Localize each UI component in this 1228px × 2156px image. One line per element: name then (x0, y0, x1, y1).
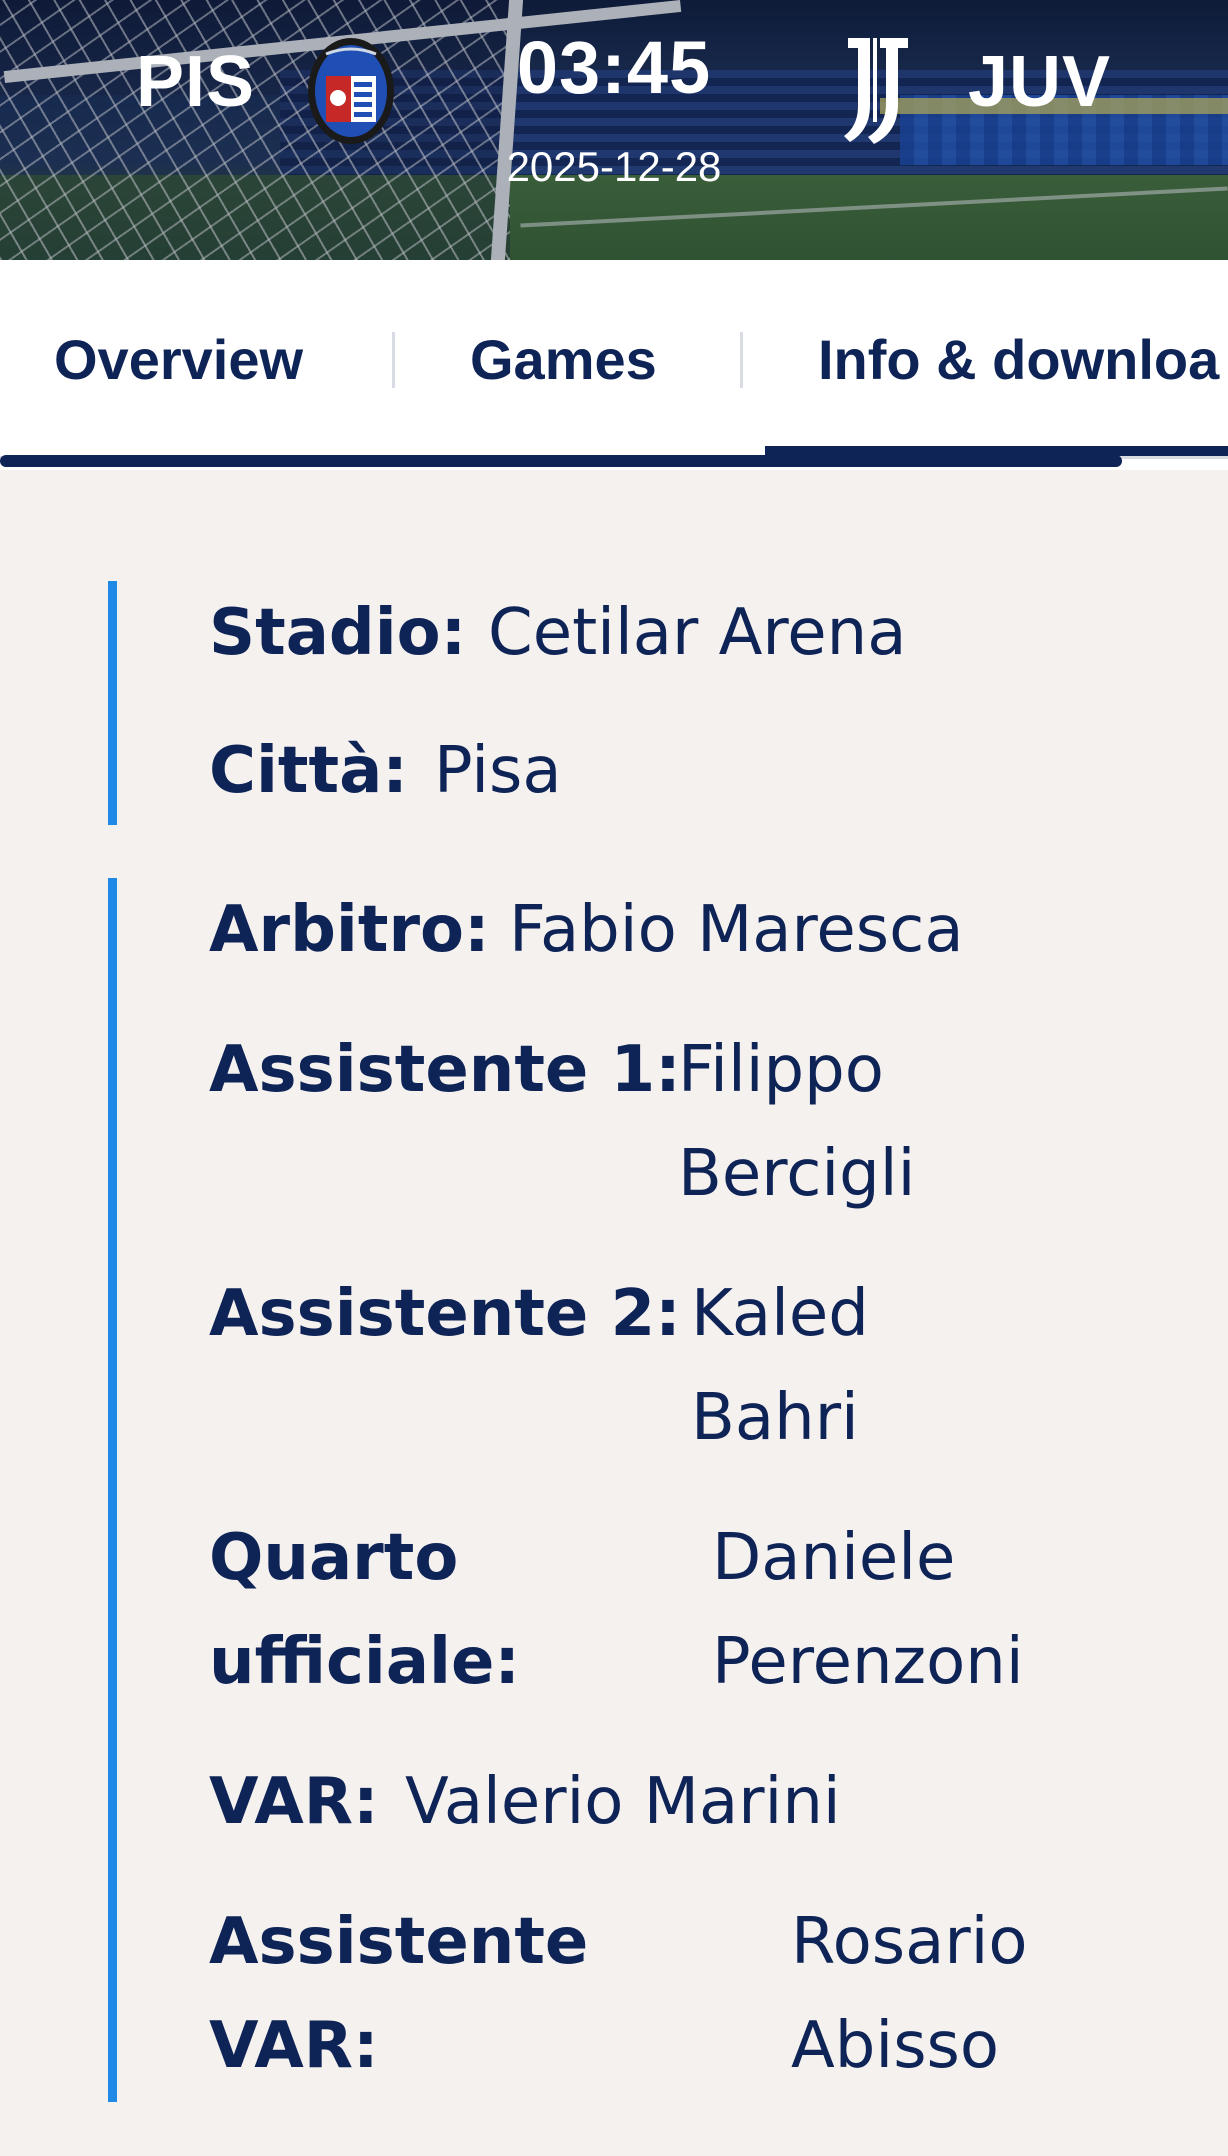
fourth-official-value-line2: Perenzoni (712, 1625, 1024, 1699)
assistant1-label: Assistente 1: (209, 1033, 681, 1107)
city-label: Città: (209, 734, 408, 808)
assistant1-value-line2: Bercigli (678, 1137, 916, 1211)
tab-games[interactable]: Games (470, 320, 657, 400)
assistant1-value: Filippo (678, 1033, 884, 1107)
assistant2-value: Kaled (691, 1277, 869, 1351)
tab-divider (740, 332, 743, 388)
tab-info-downloads[interactable]: Info & downloa (818, 320, 1219, 400)
juventus-crest-icon (844, 38, 908, 144)
tab-overview[interactable]: Overview (54, 320, 303, 400)
match-date: 2025-12-28 (506, 143, 722, 190)
stadium-value: Cetilar Arena (488, 596, 907, 670)
referee-value: Fabio Maresca (509, 893, 964, 967)
tabs-scrollbar[interactable] (0, 455, 1122, 467)
city-value: Pisa (434, 734, 562, 808)
match-tabs: Overview Games Info & downloa (0, 260, 1228, 470)
assistant2-value-line2: Bahri (691, 1381, 859, 1455)
fourth-official-label: Quarto (209, 1521, 459, 1595)
match-header: PIS 03:45 2025-12-28 JUV (0, 0, 1228, 260)
var-label: VAR: (209, 1765, 379, 1839)
stadium-label: Stadio: (209, 596, 467, 670)
tab-divider (392, 332, 395, 388)
fourth-official-value: Daniele (712, 1521, 956, 1595)
avar-value: Rosario (791, 1905, 1028, 1979)
var-value: Valerio Marini (405, 1765, 841, 1839)
avar-value-line2: Abisso (791, 2009, 1000, 2083)
assistant2-label: Assistente 2: (209, 1277, 681, 1351)
officials-section: Arbitro: Fabio Maresca Assistente 1: Fil… (108, 878, 1108, 2102)
referee-label: Arbitro: (209, 893, 490, 967)
venue-section: Stadio: Cetilar Arena Città: Pisa (108, 581, 1108, 825)
away-team-code: JUV (968, 42, 1112, 122)
avar-label: Assistente (209, 1905, 589, 1979)
fourth-official-label-line2: ufficiale: (209, 1625, 520, 1699)
avar-label-line2: VAR: (209, 2009, 379, 2083)
